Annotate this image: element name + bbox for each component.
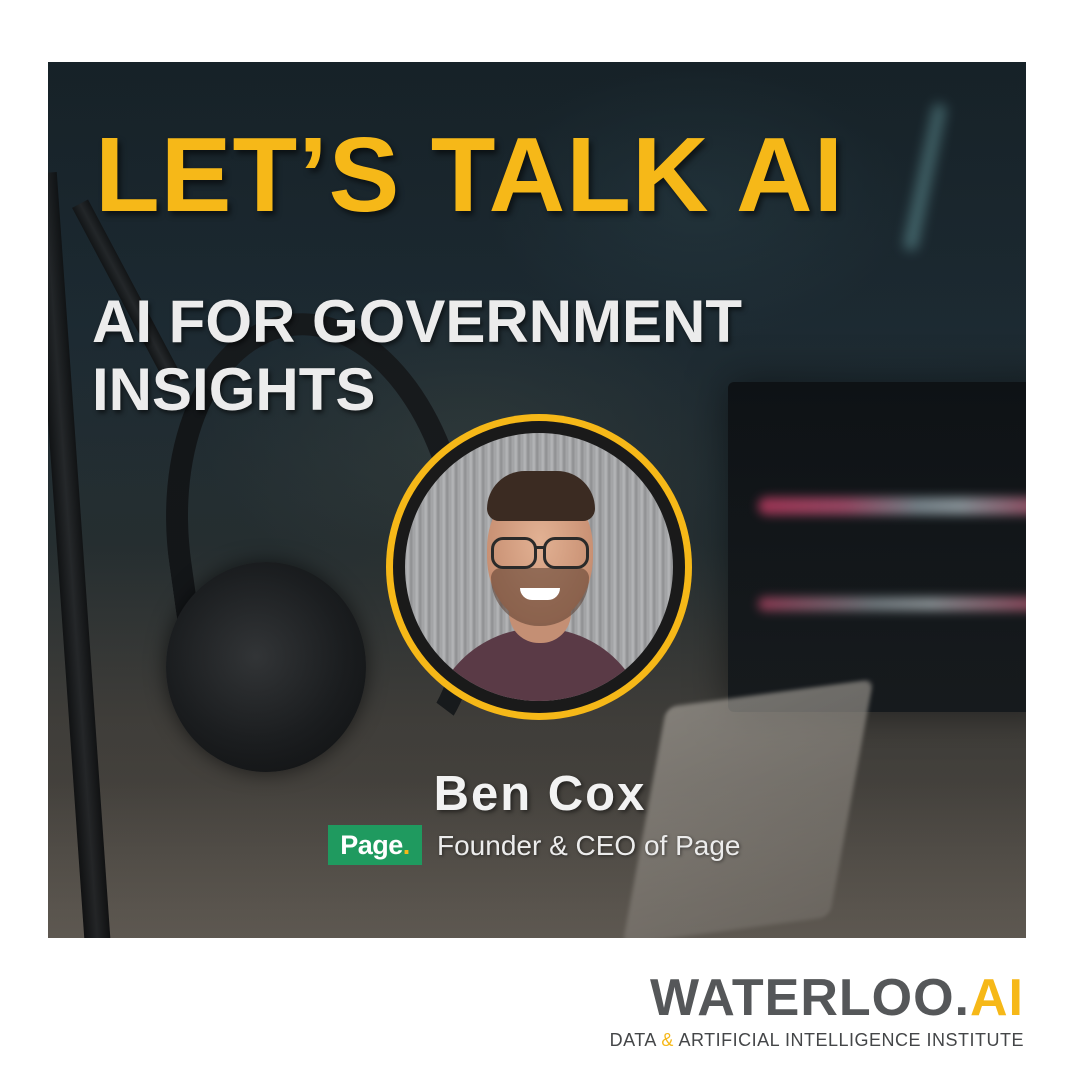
glasses-icon <box>491 537 589 569</box>
speaker-photo <box>405 433 673 701</box>
glasses-lens-right <box>543 537 589 569</box>
page-logo-dot: . <box>402 829 411 860</box>
headline: LET’S TALK AI <box>95 116 845 234</box>
brand-wordmark: WATERLOO.AI <box>610 972 1024 1024</box>
page-logo-text: Page <box>340 829 403 860</box>
brand-tagline-amp: & <box>661 1030 674 1050</box>
subheadline: AI FOR GOVERNMENT INSIGHTS <box>92 288 952 424</box>
brand-tagline-part2: ARTIFICIAL INTELLIGENCE INSTITUTE <box>673 1030 1024 1050</box>
speaker-name: Ben Cox <box>433 767 647 821</box>
brand-name-part2: AI <box>970 969 1024 1027</box>
speaker-smile <box>520 588 560 600</box>
brand-tagline: DATA & ARTIFICIAL INTELLIGENCE INSTITUTE <box>610 1030 1024 1051</box>
speaker-avatar <box>393 421 685 713</box>
speaker-hair <box>487 471 595 521</box>
subheadline-line-2: INSIGHTS <box>92 356 376 423</box>
subheadline-line-1: AI FOR GOVERNMENT <box>92 288 743 355</box>
glasses-lens-left <box>491 537 537 569</box>
brand-name-part1: WATERLOO. <box>649 969 970 1027</box>
page-company-logo: Page. <box>328 825 422 865</box>
speaker-role: Founder & CEO of Page <box>437 830 741 861</box>
waterloo-ai-logo: WATERLOO.AI DATA & ARTIFICIAL INTELLIGEN… <box>610 972 1024 1051</box>
brand-tagline-part1: DATA <box>609 1030 662 1050</box>
